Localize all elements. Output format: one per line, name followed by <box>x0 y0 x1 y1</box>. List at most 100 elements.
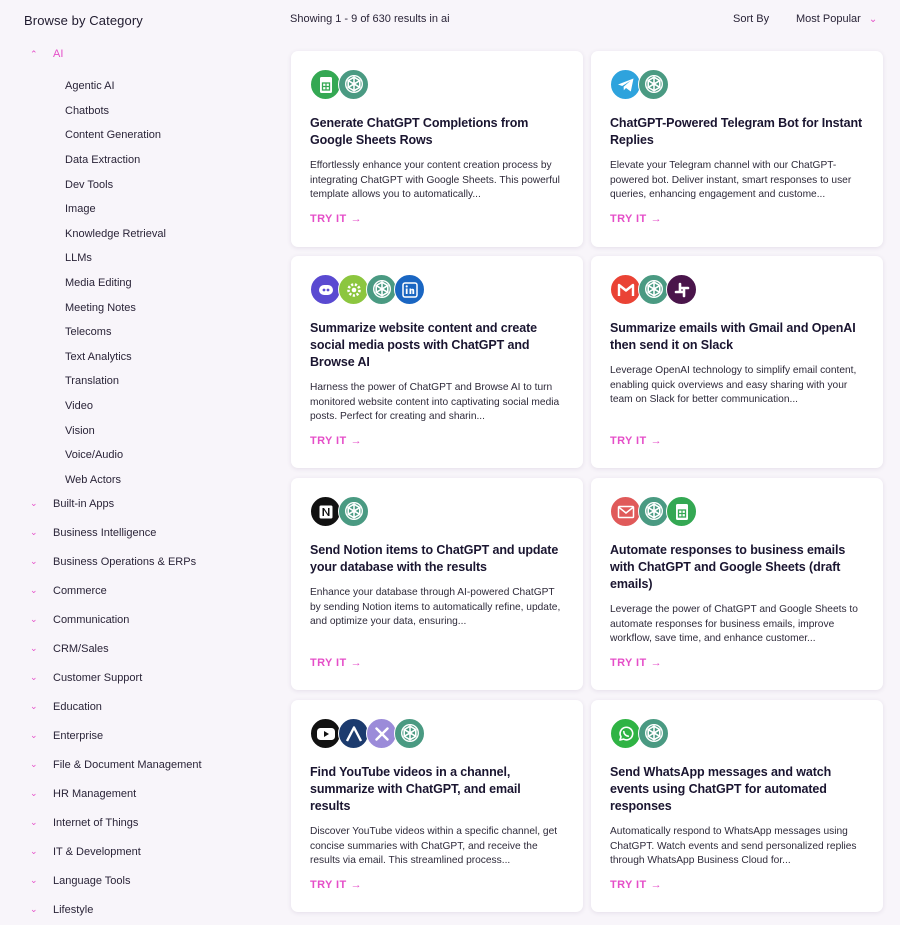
category-item[interactable]: ⌄ Business Operations & ERPs <box>30 547 202 576</box>
category-item[interactable]: ⌄ Built-in Apps <box>30 489 202 518</box>
chevron-down-icon: ⌄ <box>30 643 38 653</box>
category-label: Education <box>53 700 102 713</box>
subcategory-item[interactable]: Dev Tools <box>65 172 166 197</box>
category-label: Lifestyle <box>53 903 94 916</box>
card-description: Enhance your database through AI-powered… <box>310 587 561 628</box>
chatgpt-icon <box>338 496 369 527</box>
category-item[interactable]: ⌄ Customer Support <box>30 663 202 692</box>
arrow-right-icon: → <box>350 657 363 669</box>
subcategory-item[interactable]: Agentic AI <box>65 74 166 99</box>
app-icons <box>310 718 564 750</box>
chevron-down-icon: ⌄ <box>30 904 38 914</box>
template-card[interactable]: Find YouTube videos in a channel, summar… <box>291 700 583 912</box>
subcategory-item[interactable]: Data Extraction <box>65 148 166 173</box>
template-card[interactable]: Automate responses to business emails wi… <box>591 478 883 690</box>
template-card[interactable]: ChatGPT-Powered Telegram Bot for Instant… <box>591 51 883 247</box>
subcategory-item[interactable]: Vision <box>65 418 166 443</box>
subcategory-item[interactable]: Image <box>65 197 166 222</box>
try-it-label: TRY IT <box>310 213 347 225</box>
subcategory-item[interactable]: Text Analytics <box>65 345 166 370</box>
try-it-link[interactable]: TRY IT → <box>610 435 662 447</box>
try-it-link[interactable]: TRY IT → <box>310 435 362 447</box>
try-it-link[interactable]: TRY IT → <box>610 213 662 225</box>
try-it-link[interactable]: TRY IT → <box>310 879 362 891</box>
category-item[interactable]: ⌄ Education <box>30 692 202 721</box>
subcategory-item[interactable]: Content Generation <box>65 123 166 148</box>
category-ai[interactable]: ⌃ AI <box>30 48 63 60</box>
subcategory-item[interactable]: Video <box>65 394 166 419</box>
category-label: Built-in Apps <box>53 497 115 510</box>
chatgpt-icon <box>638 274 669 305</box>
card-title: Send Notion items to ChatGPT and update … <box>310 543 559 574</box>
try-it-link[interactable]: TRY IT → <box>610 879 662 891</box>
category-label: Enterprise <box>53 729 104 742</box>
category-item[interactable]: ⌄ CRM/Sales <box>30 634 202 663</box>
category-item[interactable]: ⌄ Internet of Things <box>30 808 202 837</box>
category-item[interactable]: ⌄ Business Intelligence <box>30 518 202 547</box>
notion-icon <box>310 496 341 527</box>
chevron-down-icon: ⌄ <box>868 13 878 25</box>
template-card[interactable]: Summarize website content and create soc… <box>291 256 583 468</box>
subcategory-item[interactable]: Telecoms <box>65 320 166 345</box>
chatgpt-icon <box>366 274 397 305</box>
chevron-down-icon: ⌄ <box>30 875 38 885</box>
subcategory-item[interactable]: LLMs <box>65 246 166 271</box>
category-item[interactable]: ⌄ File & Document Management <box>30 750 202 779</box>
card-description: Effortlessly enhance your content creati… <box>310 160 560 201</box>
category-list: ⌄ Built-in Apps ⌄ Business Intelligence ⌄ B… <box>30 489 202 924</box>
slack-icon <box>666 274 697 305</box>
chevron-down-icon: ⌄ <box>30 846 38 856</box>
gmail-icon <box>610 274 641 305</box>
card-title: Summarize emails with Gmail and OpenAI t… <box>610 321 856 352</box>
x-logo-icon <box>366 718 397 749</box>
chevron-down-icon: ⌄ <box>30 788 38 798</box>
category-label: Business Operations & ERPs <box>53 555 197 568</box>
chevron-down-icon: ⌄ <box>30 672 38 682</box>
subcategory-item[interactable]: Voice/Audio <box>65 443 166 468</box>
sort-dropdown[interactable]: Most Popular ⌄ <box>796 13 877 25</box>
arrow-right-icon: → <box>350 213 363 225</box>
chatgpt-icon <box>638 718 669 749</box>
template-card[interactable]: Send Notion items to ChatGPT and update … <box>291 478 583 690</box>
results-count: Showing 1 - 9 of 630 results in ai <box>290 13 450 25</box>
try-it-label: TRY IT <box>310 879 347 891</box>
category-item[interactable]: ⌄ HR Management <box>30 779 202 808</box>
category-item[interactable]: ⌄ Lifestyle <box>30 895 202 924</box>
telegram-icon <box>610 69 641 100</box>
category-item[interactable]: ⌄ IT & Development <box>30 837 202 866</box>
chevron-down-icon: ⌄ <box>30 498 38 508</box>
chatgpt-icon <box>338 69 369 100</box>
browse-ai-icon <box>310 274 341 305</box>
subcategory-item[interactable]: Meeting Notes <box>65 295 166 320</box>
category-item[interactable]: ⌄ Commerce <box>30 576 202 605</box>
template-card[interactable]: Summarize emails with Gmail and OpenAI t… <box>591 256 883 468</box>
chatgpt-icon <box>638 496 669 527</box>
category-label: HR Management <box>53 787 137 800</box>
google-sheets-icon <box>310 69 341 100</box>
subcategory-item[interactable]: Media Editing <box>65 271 166 296</box>
try-it-link[interactable]: TRY IT → <box>310 657 362 669</box>
try-it-label: TRY IT <box>610 435 647 447</box>
template-card[interactable]: Send WhatsApp messages and watch events … <box>591 700 883 912</box>
category-sidebar: Browse by Category ⌃ AI Agentic AI Chatb… <box>0 0 280 925</box>
try-it-label: TRY IT <box>610 213 647 225</box>
try-it-link[interactable]: TRY IT → <box>610 657 662 669</box>
card-title: ChatGPT-Powered Telegram Bot for Instant… <box>610 116 863 147</box>
card-title: Summarize website content and create soc… <box>310 321 538 369</box>
app-icons <box>310 496 564 528</box>
card-description: Leverage the power of ChatGPT and Google… <box>610 604 858 645</box>
subcategory-item[interactable]: Knowledge Retrieval <box>65 222 166 247</box>
try-it-link[interactable]: TRY IT → <box>310 213 362 225</box>
subcategory-item[interactable]: Chatbots <box>65 99 166 124</box>
card-description: Harness the power of ChatGPT and Browse … <box>310 382 560 423</box>
card-title: Find YouTube videos in a channel, summar… <box>310 765 521 813</box>
card-description: Elevate your Telegram channel with our C… <box>610 160 852 201</box>
category-item[interactable]: ⌄ Communication <box>30 605 202 634</box>
try-it-label: TRY IT <box>610 657 647 669</box>
category-item[interactable]: ⌄ Enterprise <box>30 721 202 750</box>
arrow-right-icon: → <box>650 435 663 447</box>
template-card[interactable]: Generate ChatGPT Completions from Google… <box>291 51 583 247</box>
subcategory-item[interactable]: Translation <box>65 369 166 394</box>
app-icons <box>610 69 864 101</box>
category-item[interactable]: ⌄ Language Tools <box>30 866 202 895</box>
